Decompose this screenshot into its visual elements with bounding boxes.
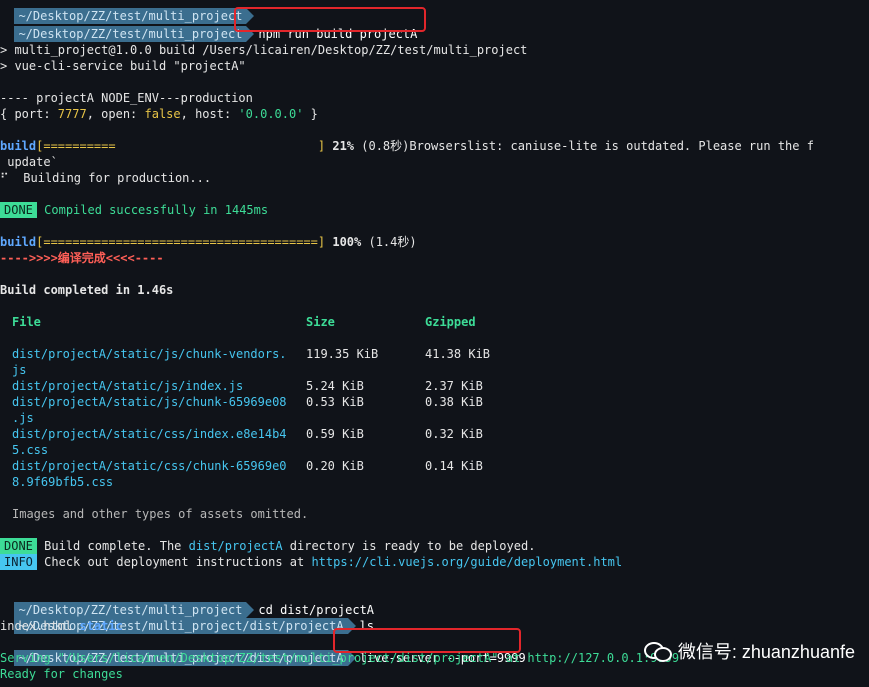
progress-percent: 21% <box>332 139 355 153</box>
progress-line-2: build[==================================… <box>0 234 417 250</box>
table-row-size: 0.20 KiB <box>306 459 364 473</box>
table-row-gzip: 2.37 KiB <box>425 379 483 393</box>
done-badge: DONE <box>0 202 37 218</box>
npm-output-line-2: > vue-cli-service build "projectA" <box>0 59 246 73</box>
table-row-file: dist/projectA/static/css/chunk-65969e0 <box>12 459 287 473</box>
config-line: { port: 7777, open: false, host: '0.0.0.… <box>0 106 318 122</box>
build-complete-post: directory is ready to be deployed. <box>282 539 536 553</box>
progress-bar: [======================================] <box>36 235 326 249</box>
build-complete-dir: dist/projectA <box>188 539 283 553</box>
table-row-file: dist/projectA/static/js/chunk-vendors. <box>12 347 287 361</box>
table-row-gzip: 0.38 KiB <box>425 395 483 409</box>
serving-line: Serving "/Users/licairen/Desktop/ZZ/test… <box>0 651 680 665</box>
wechat-icon <box>643 640 672 662</box>
ls-command-line: ~/Desktop/ZZ/test/multi_project/dist/pro… <box>0 602 374 634</box>
prompt-path: ~/Desktop/ZZ/test/multi_project <box>14 26 255 42</box>
table-row-file-cont: 8.9f69bfb5.css <box>12 475 114 489</box>
table-row-gzip: 0.32 KiB <box>425 427 483 441</box>
table-row-size: 0.53 KiB <box>306 395 364 409</box>
table-row-file: dist/projectA/static/css/index.e8e14b4 <box>12 427 287 441</box>
progress-label: build <box>0 235 37 249</box>
compiled-text: Compiled successfully in 1445ms <box>44 203 269 217</box>
progress-rest: (1.4秒) <box>361 235 417 249</box>
table-header-size: Size <box>306 315 335 329</box>
config-close: } <box>303 107 318 121</box>
table-row-size: 119.35 KiB <box>306 347 379 361</box>
watermark-text: 微信号: zhuanzhuanfe <box>677 642 855 662</box>
progress-rest: (0.8秒)Browserslist: caniuse-lite is outd… <box>354 139 814 153</box>
ls-dir: static <box>79 619 123 633</box>
progress-bar: [========== ] <box>36 139 326 153</box>
prev-prompt-line: ~/Desktop/ZZ/test/multi_project <box>0 0 255 24</box>
table-row-size: 5.24 KiB <box>306 379 364 393</box>
check-out-text: Check out deployment instructions at <box>44 555 312 569</box>
progress-percent: 100% <box>332 235 362 249</box>
table-row-file: dist/projectA/static/js/index.js <box>12 379 244 393</box>
table-row-file-cont: .js <box>12 411 34 425</box>
table-row-file: dist/projectA/static/js/chunk-65969e08 <box>12 395 287 409</box>
deployment-info-line: INFO Check out deployment instructions a… <box>0 554 622 570</box>
config-port: 7777 <box>57 107 87 121</box>
env-line: ---- projectA NODE_ENV---production <box>0 91 253 105</box>
cd-command-line: ~/Desktop/ZZ/test/multi_project cd dist/p… <box>0 586 374 618</box>
info-badge: INFO <box>0 554 37 570</box>
build-complete-pre: Build complete. The <box>44 539 189 553</box>
config-open: { port: <box>0 107 58 121</box>
config-host: '0.0.0.0' <box>238 107 304 121</box>
table-row-file-cont: js <box>12 363 27 377</box>
build-command-highlight <box>234 7 426 32</box>
table-row-gzip: 41.38 KiB <box>425 347 491 361</box>
ready-line: Ready for changes <box>0 667 123 681</box>
build-complete-line: DONE Build complete. The dist/projectA d… <box>0 538 535 554</box>
update-line: update` <box>0 155 58 169</box>
progress-label: build <box>0 139 37 153</box>
done-badge: DONE <box>0 538 37 554</box>
images-omitted-line: Images and other types of assets omitted… <box>12 507 309 521</box>
table-header-file: File <box>12 315 41 329</box>
progress-line-1: build[========== ] 21% (0.8秒)Browserslis… <box>0 138 814 154</box>
table-row-file-cont: 5.css <box>12 443 49 457</box>
compiled-line: DONE Compiled successfully in 1445ms <box>0 202 268 218</box>
build-completed-line: Build completed in 1.46s <box>0 283 174 297</box>
config-mid2: , host: <box>180 107 239 121</box>
npm-output-line-1: > multi_project@1.0.0 build /Users/licai… <box>0 43 528 57</box>
config-mid1: , open: <box>86 107 145 121</box>
table-row-size: 0.59 KiB <box>306 427 364 441</box>
watermark: 微信号: zhuanzhuanfe <box>643 634 855 668</box>
ls-file: index.html <box>0 619 80 633</box>
custom-done-line: ---->>>>编译完成<<<<---- <box>0 251 164 265</box>
table-row-gzip: 0.14 KiB <box>425 459 483 473</box>
table-header-gzipped: Gzipped <box>425 315 476 329</box>
building-line: ⠋ Building for production... <box>0 171 212 185</box>
ls-output-line: index.html static <box>0 618 123 634</box>
deployment-link[interactable]: https://cli.vuejs.org/guide/deployment.h… <box>311 555 622 569</box>
config-open-value: false <box>144 107 181 121</box>
